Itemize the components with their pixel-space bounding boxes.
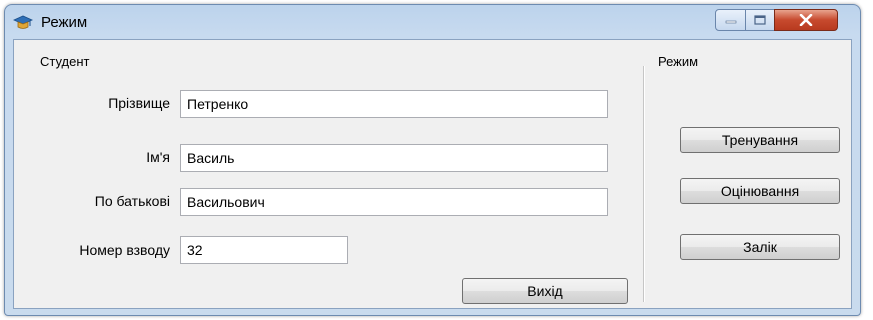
patronymic-label: По батькові	[94, 193, 170, 209]
minimize-button[interactable]	[715, 9, 746, 31]
training-button[interactable]: Тренування	[680, 127, 840, 153]
title-bar[interactable]: Режим	[5, 5, 860, 39]
exit-button[interactable]: Вихід	[462, 278, 628, 304]
credit-test-button[interactable]: Залік	[680, 234, 840, 260]
minimize-icon	[716, 10, 745, 30]
form-client-area: Студент Прізвище Петренко Ім'я Василь По…	[13, 39, 852, 309]
app-window: Режим Студент Прізвище Петренко Ім'я Вас…	[4, 4, 861, 316]
student-group: Студент Прізвище Петренко Ім'я Василь По…	[14, 48, 642, 304]
window-title: Режим	[41, 14, 88, 31]
maximize-icon	[746, 10, 774, 30]
assessment-button[interactable]: Оцінювання	[680, 178, 840, 204]
maximize-button[interactable]	[745, 9, 775, 31]
name-label: Ім'я	[146, 149, 170, 165]
mode-group: Режим Тренування Оцінювання Залік	[650, 48, 850, 304]
student-group-label: Студент	[40, 54, 90, 69]
name-field[interactable]: Василь	[180, 144, 608, 172]
mode-group-label: Режим	[658, 54, 699, 69]
patronymic-field[interactable]: Васильович	[180, 188, 608, 216]
group-divider	[643, 66, 644, 302]
graduation-cap-icon	[13, 14, 33, 32]
close-icon	[775, 10, 837, 30]
close-button[interactable]	[774, 9, 838, 31]
surname-field[interactable]: Петренко	[180, 90, 608, 118]
platoon-number-field[interactable]: 32	[180, 236, 348, 264]
surname-label: Прізвище	[108, 95, 170, 111]
platoon-label: Номер взводу	[79, 242, 170, 258]
